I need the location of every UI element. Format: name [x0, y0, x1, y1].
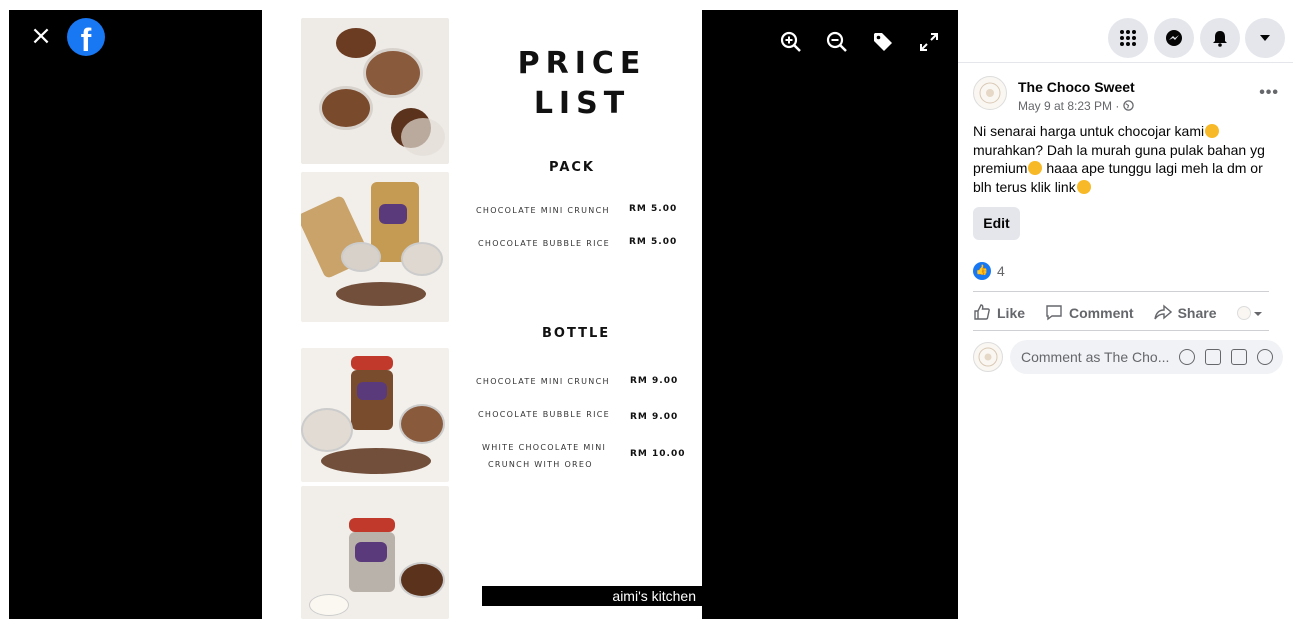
- post-text-part: Ni senarai harga untuk chocojar kami: [973, 123, 1205, 139]
- bottle-item-price: RM 9.00: [630, 376, 679, 386]
- comment-composer: Comment as The Cho...: [973, 340, 1283, 376]
- share-label: Share: [1177, 305, 1217, 321]
- post-meta-text: May 9 at 8:23 PM ·: [1018, 99, 1120, 113]
- pack-item-name: CHOCOLATE BUBBLE RICE: [478, 239, 610, 248]
- bottle-item-price: RM 9.00: [630, 412, 679, 422]
- bottle-item-name: CHOCOLATE MINI CRUNCH: [476, 377, 610, 386]
- comment-input[interactable]: Comment as The Cho...: [1010, 340, 1283, 374]
- thumbs-up-icon: [973, 303, 991, 324]
- camera-icon[interactable]: [1205, 349, 1221, 365]
- comment-button[interactable]: Comment: [1045, 303, 1134, 324]
- commenter-avatar: [973, 342, 1003, 372]
- chocolate-pack-photo: [301, 172, 449, 322]
- post-timestamp[interactable]: May 9 at 8:23 PM ·: [1018, 99, 1134, 113]
- emoji-icon[interactable]: [1179, 349, 1195, 365]
- white-chocolate-jar-photo: [301, 486, 449, 619]
- bottle-item-price: RM 10.00: [630, 449, 686, 459]
- chevron-down-icon: [1253, 305, 1263, 321]
- kissing-emoji-icon: [1076, 179, 1091, 194]
- divider: [973, 291, 1269, 292]
- zoom-in-icon[interactable]: [779, 30, 803, 54]
- facebook-logo[interactable]: f: [67, 18, 105, 56]
- flyer-title-line2: LIST: [533, 86, 631, 121]
- chocolate-bowls-photo: [301, 18, 449, 164]
- edit-button[interactable]: Edit: [973, 207, 1020, 240]
- gif-icon[interactable]: [1231, 349, 1247, 365]
- top-nav-bar: [958, 0, 1293, 63]
- grinning-emoji-icon: [1028, 161, 1043, 175]
- reaction-summary[interactable]: 👍 4: [973, 262, 1005, 280]
- brand-watermark: aimi's kitchen: [482, 586, 702, 606]
- tag-icon[interactable]: [871, 30, 895, 54]
- like-reaction-icon: 👍: [973, 262, 991, 280]
- menu-grid-icon[interactable]: [1108, 18, 1148, 58]
- comment-tools: [1179, 349, 1273, 365]
- page-avatar-small-icon: [1236, 306, 1251, 320]
- divider: [973, 330, 1269, 331]
- viewer-toolbar: [779, 30, 941, 54]
- post-side-panel: The Choco Sweet May 9 at 8:23 PM · ••• N…: [958, 0, 1293, 619]
- price-list-image: PRICE LIST PACK CHOCOLATE MINI CRUNCH RM…: [262, 10, 702, 619]
- comment-label: Comment: [1069, 305, 1134, 321]
- page-avatar[interactable]: [973, 76, 1007, 110]
- like-button[interactable]: Like: [973, 303, 1025, 324]
- chocolate-jar-photo: [301, 348, 449, 482]
- more-options-icon[interactable]: •••: [1259, 84, 1279, 102]
- like-label: Like: [997, 305, 1026, 321]
- messenger-icon[interactable]: [1154, 18, 1194, 58]
- sticker-icon[interactable]: [1257, 349, 1273, 365]
- reaction-count: 4: [997, 263, 1005, 279]
- post-as-selector[interactable]: [1236, 305, 1263, 321]
- page-name[interactable]: The Choco Sweet: [1018, 79, 1135, 95]
- bottle-item-name: CHOCOLATE BUBBLE RICE: [478, 410, 610, 419]
- globe-icon: [1122, 99, 1134, 113]
- comment-icon: [1045, 303, 1063, 324]
- flyer-title-line1: PRICE: [517, 46, 647, 81]
- bottle-heading: BOTTLE: [542, 326, 611, 341]
- post-actions: Like Comment Share: [973, 298, 1283, 328]
- photo-viewer: × f PRICE LIST PACK CHOCOLATE MINI CRUNC…: [9, 10, 958, 619]
- pack-heading: PACK: [549, 160, 596, 175]
- smiling-emoji-icon: [1205, 124, 1220, 138]
- zoom-out-icon[interactable]: [825, 30, 849, 54]
- post-text: Ni senarai harga untuk chocojar kami mur…: [973, 122, 1278, 196]
- pack-item-price: RM 5.00: [629, 204, 678, 214]
- fullscreen-icon[interactable]: [917, 30, 941, 54]
- comment-placeholder: Comment as The Cho...: [1021, 349, 1170, 365]
- share-button[interactable]: Share: [1153, 303, 1217, 324]
- account-dropdown-icon[interactable]: [1245, 18, 1285, 58]
- share-icon: [1153, 303, 1172, 324]
- pack-item-price: RM 5.00: [629, 237, 678, 247]
- bottle-item-name: WHITE CHOCOLATE MINI: [482, 443, 607, 452]
- product-photos: [301, 18, 449, 619]
- bottle-item-name-line2: CRUNCH WITH OREO: [488, 460, 593, 469]
- pack-item-name: CHOCOLATE MINI CRUNCH: [476, 206, 610, 215]
- notifications-bell-icon[interactable]: [1200, 18, 1240, 58]
- close-icon[interactable]: ×: [29, 23, 53, 49]
